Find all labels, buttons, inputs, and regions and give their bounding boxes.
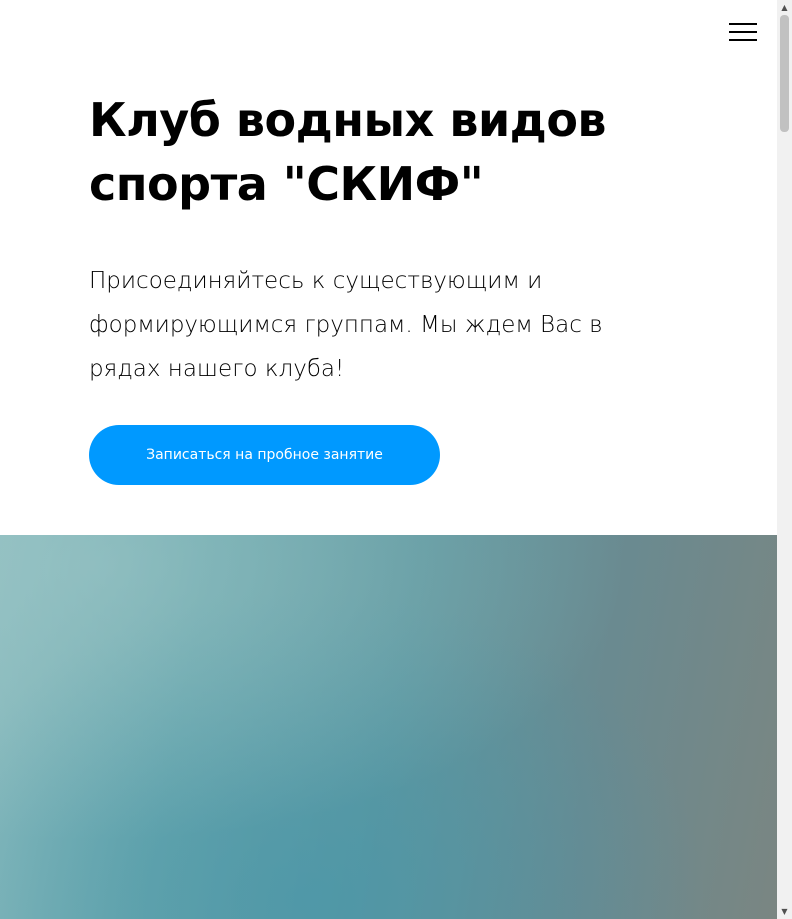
trial-lesson-button[interactable]: Записаться на пробное занятие <box>89 425 440 485</box>
hero-subtitle: Присоединяйтесь к существующим и формиру… <box>89 268 603 382</box>
scroll-up-icon[interactable]: ▲ <box>777 0 792 15</box>
scroll-down-icon[interactable]: ▼ <box>777 904 792 919</box>
landing-page: Клуб водных видов спорта "СКИФ" Присоеди… <box>0 0 777 919</box>
menu-line <box>729 23 757 25</box>
vertical-scrollbar[interactable]: ▲ ▼ <box>777 0 792 919</box>
menu-line <box>729 31 757 33</box>
menu-line <box>729 39 757 41</box>
hero-background-image <box>0 535 777 919</box>
page-title: Клуб водных видов спорта "СКИФ" <box>89 93 607 211</box>
hamburger-menu-icon[interactable] <box>726 20 760 44</box>
scrollbar-thumb[interactable] <box>780 15 789 132</box>
